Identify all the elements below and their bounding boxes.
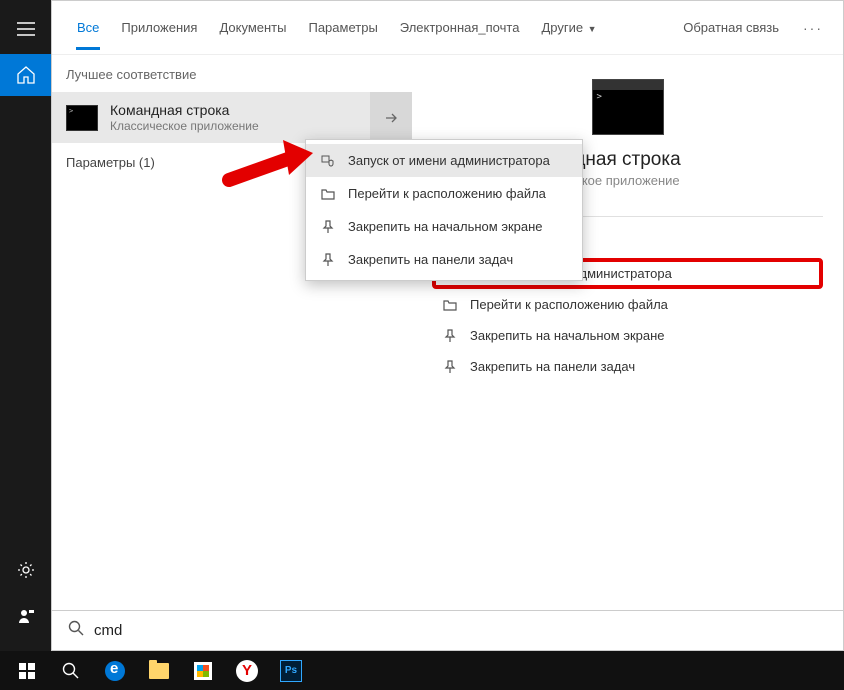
folder-location-icon	[442, 298, 458, 312]
action-pin-taskbar-label: Закрепить на панели задач	[470, 359, 635, 374]
annotation-red-arrow	[221, 125, 321, 195]
hamburger-menu-button[interactable]	[0, 8, 51, 50]
feedback-link[interactable]: Обратная связь	[683, 20, 779, 35]
search-icon	[68, 620, 84, 641]
ctx-run-as-admin[interactable]: Запуск от имени администратора	[306, 144, 582, 177]
shield-admin-icon	[320, 154, 336, 168]
taskbar-photoshop-button[interactable]: Ps	[270, 651, 312, 690]
pin-start-icon	[442, 329, 458, 343]
ctx-pin-start-label: Закрепить на начальном экране	[348, 219, 543, 234]
tab-settings[interactable]: Параметры	[297, 6, 388, 49]
ctx-pin-start[interactable]: Закрепить на начальном экране	[306, 210, 582, 243]
preview-title: дная строка	[574, 149, 680, 171]
action-open-file-location[interactable]: Перейти к расположению файла	[432, 289, 823, 320]
start-button[interactable]	[6, 651, 48, 690]
ctx-pin-taskbar-label: Закрепить на панели задач	[348, 252, 513, 267]
filter-tabs-row: Все Приложения Документы Параметры Элект…	[52, 1, 843, 55]
preview-cmd-icon	[592, 79, 664, 135]
ctx-pin-taskbar[interactable]: Закрепить на панели задач	[306, 243, 582, 276]
ctx-run-admin-label: Запуск от имени администратора	[348, 153, 550, 168]
photoshop-icon: Ps	[280, 660, 302, 682]
tab-documents[interactable]: Документы	[208, 6, 297, 49]
search-results-panel: Все Приложения Документы Параметры Элект…	[51, 0, 844, 611]
taskbar-edge-button[interactable]	[94, 651, 136, 690]
best-match-label: Лучшее соответствие	[52, 55, 412, 92]
pin-taskbar-icon	[320, 253, 336, 267]
folder-icon	[149, 663, 169, 679]
ctx-location-label: Перейти к расположению файла	[348, 186, 546, 201]
action-pin-start-label: Закрепить на начальном экране	[470, 328, 665, 343]
search-input-bar[interactable]: cmd	[51, 611, 844, 651]
cmd-icon	[66, 105, 98, 131]
edge-icon	[105, 661, 125, 681]
home-button[interactable]	[0, 54, 51, 96]
action-location-label: Перейти к расположению файла	[470, 297, 668, 312]
pin-taskbar-icon	[442, 360, 458, 374]
store-icon	[194, 662, 212, 680]
preview-subtitle: ское приложение	[575, 173, 679, 188]
chevron-down-icon: ▼	[585, 24, 596, 34]
ctx-open-file-location[interactable]: Перейти к расположению файла	[306, 177, 582, 210]
tab-all[interactable]: Все	[66, 6, 110, 49]
taskbar: Y Ps	[0, 651, 844, 690]
settings-gear-button[interactable]	[0, 549, 51, 591]
more-options-button[interactable]: ···	[797, 20, 829, 36]
taskbar-yandex-button[interactable]: Y	[226, 651, 268, 690]
user-account-button[interactable]	[0, 595, 51, 637]
tab-other-label: Другие	[541, 20, 583, 35]
action-pin-start[interactable]: Закрепить на начальном экране	[432, 320, 823, 351]
action-pin-taskbar[interactable]: Закрепить на панели задач	[432, 351, 823, 382]
search-query-text: cmd	[94, 622, 122, 639]
tab-other[interactable]: Другие ▼	[530, 6, 607, 49]
tab-apps[interactable]: Приложения	[110, 6, 208, 49]
expand-arrow-button[interactable]	[370, 92, 412, 144]
start-sidebar	[0, 0, 51, 651]
context-menu: Запуск от имени администратора Перейти к…	[305, 139, 583, 281]
folder-location-icon	[320, 187, 336, 201]
yandex-icon: Y	[236, 660, 258, 682]
taskbar-store-button[interactable]	[182, 651, 224, 690]
taskbar-search-button[interactable]	[50, 651, 92, 690]
tab-email[interactable]: Электронная_почта	[389, 6, 531, 49]
start-menu-search-window: Все Приложения Документы Параметры Элект…	[0, 0, 844, 690]
result-title: Командная строка	[110, 102, 398, 118]
taskbar-explorer-button[interactable]	[138, 651, 180, 690]
pin-start-icon	[320, 220, 336, 234]
